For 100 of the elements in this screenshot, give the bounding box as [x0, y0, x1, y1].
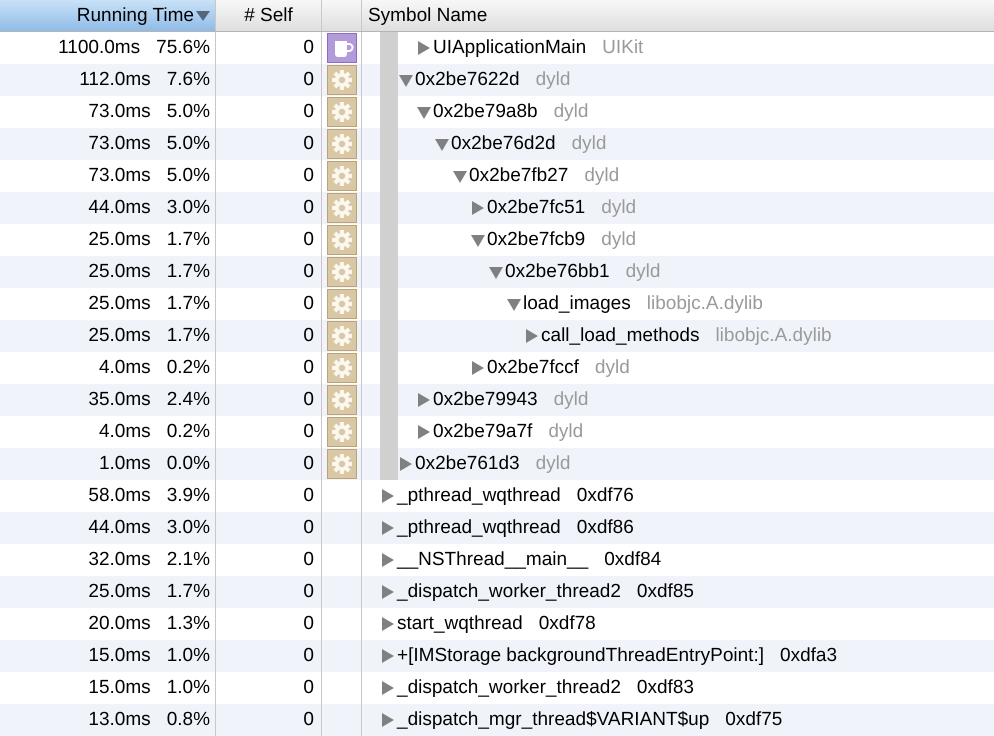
symbol-name: _dispatch_worker_thread2: [397, 677, 621, 699]
self-count: 0: [303, 293, 314, 315]
symbol-name: 0x2be7622d: [415, 69, 520, 91]
percentage: 3.9%: [166, 485, 210, 507]
symbol-name: 0x2be76d2d: [451, 133, 556, 155]
running-time: 44.0ms: [88, 517, 151, 539]
library-name: dyld: [554, 389, 588, 411]
percentage: 2.1%: [166, 549, 210, 571]
percentage: 1.0%: [166, 645, 210, 667]
self-count: 0: [303, 677, 314, 699]
tree-depth-guide: [380, 32, 398, 64]
collapsed-triangle-icon[interactable]: [398, 456, 414, 472]
running-time: 1100.0ms: [58, 37, 140, 59]
self-count: 0: [303, 709, 314, 731]
library-name: dyld: [594, 357, 630, 379]
expanded-triangle-icon[interactable]: [470, 232, 486, 248]
running-time: 15.0ms: [88, 677, 151, 699]
library-name: dyld: [601, 197, 636, 219]
self-count: 0: [303, 261, 314, 283]
percentage: 5.0%: [166, 133, 210, 155]
column-header[interactable]: Symbol Name: [362, 0, 994, 31]
percentage: 1.7%: [166, 581, 210, 603]
self-count: 0: [303, 357, 314, 379]
self-count: 0: [303, 485, 314, 507]
symbol-name: start_wqthread: [397, 613, 523, 635]
library-name: dyld: [548, 421, 584, 443]
column-header[interactable]: Running Time: [0, 0, 216, 31]
self-count: 0: [303, 37, 314, 59]
symbol-name: call_load_methods: [541, 325, 700, 347]
running-time: 58.0ms: [88, 485, 151, 507]
symbol-name: 0x2be7fb27: [469, 165, 568, 187]
self-count: 0: [303, 645, 314, 667]
column-header[interactable]: # Self: [216, 0, 322, 31]
symbol-name: 0x2be79a7f: [433, 421, 532, 443]
symbol-name: 0x2be76bb1: [505, 261, 610, 283]
running-time: 13.0ms: [88, 709, 151, 731]
expanded-triangle-icon[interactable]: [506, 296, 522, 312]
percentage: 0.0%: [166, 453, 210, 475]
running-time: 4.0ms: [98, 421, 151, 443]
expanded-triangle-icon[interactable]: [488, 264, 504, 280]
collapsed-triangle-icon[interactable]: [470, 360, 486, 376]
collapsed-triangle-icon[interactable]: [380, 488, 396, 504]
collapsed-triangle-icon[interactable]: [380, 648, 396, 664]
expanded-triangle-icon[interactable]: [452, 168, 468, 184]
library-name: 0xdf76: [576, 485, 634, 507]
running-time: 44.0ms: [88, 197, 151, 219]
expanded-triangle-icon[interactable]: [416, 104, 432, 120]
symbol-name: _dispatch_mgr_thread$VARIANT$up: [397, 709, 710, 731]
running-time: 25.0ms: [88, 229, 151, 251]
library-name: 0xdf86: [576, 517, 634, 539]
running-time: 25.0ms: [88, 325, 151, 347]
self-count: 0: [303, 421, 314, 443]
expanded-triangle-icon[interactable]: [398, 72, 414, 88]
percentage: 0.2%: [166, 421, 210, 443]
library-name: dyld: [536, 453, 570, 475]
library-name: dyld: [601, 229, 636, 251]
symbol-name: _pthread_wqthread: [397, 517, 561, 539]
collapsed-triangle-icon[interactable]: [380, 584, 396, 600]
collapsed-triangle-icon[interactable]: [416, 40, 432, 56]
library-name: UIKit: [602, 37, 644, 59]
library-name: 0xdf78: [538, 613, 596, 635]
running-time: 112.0ms: [79, 69, 151, 91]
library-name: 0xdf84: [604, 549, 662, 571]
symbol-name: __NSThread__main__: [397, 549, 588, 571]
self-count: 0: [303, 229, 314, 251]
percentage: 5.0%: [166, 101, 210, 123]
running-time: 15.0ms: [88, 645, 151, 667]
percentage: 5.0%: [166, 165, 210, 187]
self-count: 0: [303, 69, 314, 91]
collapsed-triangle-icon[interactable]: [524, 328, 540, 344]
self-count: 0: [303, 517, 314, 539]
percentage: 2.4%: [166, 389, 210, 411]
self-count: 0: [303, 549, 314, 571]
self-count: 0: [303, 325, 314, 347]
running-time: 4.0ms: [98, 357, 151, 379]
collapsed-triangle-icon[interactable]: [380, 680, 396, 696]
collapsed-triangle-icon[interactable]: [416, 424, 432, 440]
running-time: 73.0ms: [88, 133, 151, 155]
symbol-name: UIApplicationMain: [433, 37, 586, 59]
percentage: 1.7%: [166, 325, 210, 347]
percentage: 3.0%: [166, 517, 210, 539]
library-name: dyld: [626, 261, 660, 283]
percentage: 75.6%: [156, 37, 210, 59]
percentage: 1.7%: [166, 293, 210, 315]
collapsed-triangle-icon[interactable]: [380, 552, 396, 568]
self-count: 0: [303, 389, 314, 411]
running-time: 73.0ms: [88, 165, 151, 187]
collapsed-triangle-icon[interactable]: [470, 200, 486, 216]
expanded-triangle-icon[interactable]: [434, 136, 450, 152]
percentage: 1.7%: [166, 229, 210, 251]
library-name: dyld: [572, 133, 606, 155]
collapsed-triangle-icon[interactable]: [380, 616, 396, 632]
running-time: 20.0ms: [88, 613, 151, 635]
percentage: 1.0%: [166, 677, 210, 699]
collapsed-triangle-icon[interactable]: [380, 712, 396, 728]
self-count: 0: [303, 133, 314, 155]
collapsed-triangle-icon[interactable]: [416, 392, 432, 408]
symbol-name: 0x2be7fc51: [487, 197, 586, 219]
collapsed-triangle-icon[interactable]: [380, 520, 396, 536]
library-name: 0xdf83: [636, 677, 694, 699]
